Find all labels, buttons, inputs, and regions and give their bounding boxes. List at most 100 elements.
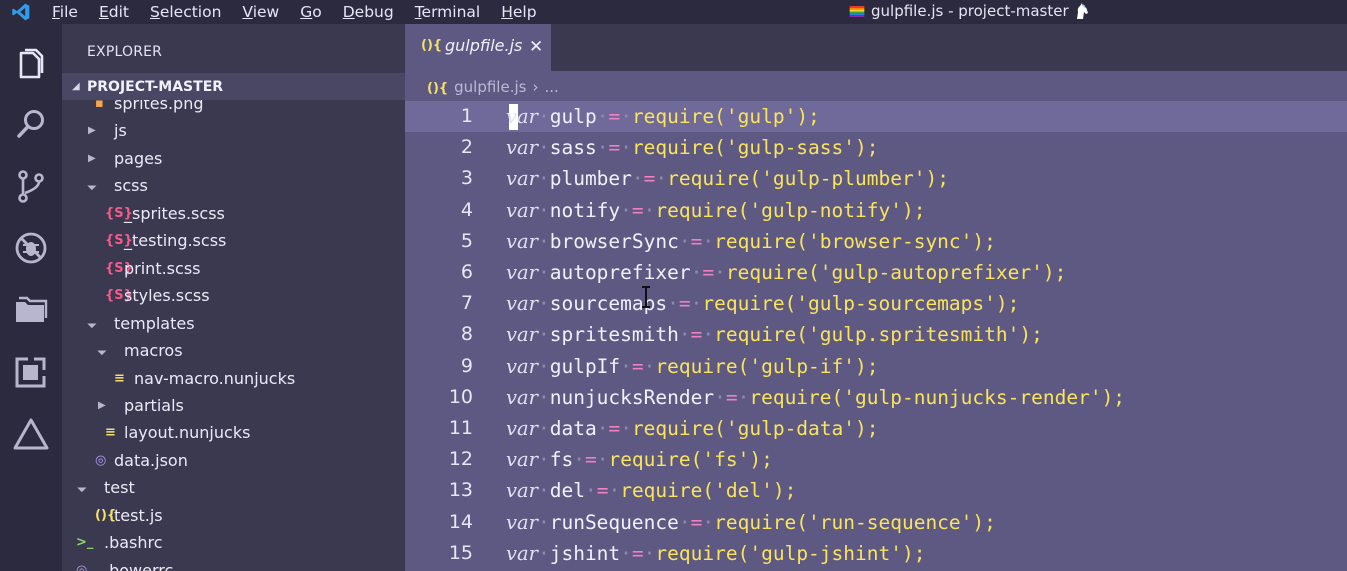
debug-icon[interactable] [11, 228, 51, 268]
string-literal: run-sequence [819, 510, 961, 534]
code-line[interactable]: 2 var·sass·=·require('gulp-sass'); [405, 132, 1347, 163]
punctuation: '); [737, 448, 773, 472]
menu-item-edit[interactable]: Edit [99, 0, 129, 24]
tree-item-label: _sprites.scss [124, 203, 225, 223]
tree-item[interactable]: ◎ .bowerrc [62, 557, 405, 571]
tree-item[interactable]: (){test.js [62, 502, 405, 529]
string-literal: browser-sync [819, 229, 961, 253]
punctuation: '); [1007, 323, 1043, 347]
menu-item-help[interactable]: Help [501, 0, 536, 24]
keyword: var [506, 354, 538, 378]
code-text: var·nunjucksRender·=·require('gulp-nunju… [506, 382, 1125, 413]
vscode-logo-icon[interactable] [10, 2, 32, 22]
tree-item[interactable]: {S} _testing.scss [62, 227, 405, 254]
folders-icon[interactable] [11, 290, 51, 330]
close-icon[interactable]: ✕ [529, 37, 543, 57]
whitespace: · [584, 479, 597, 503]
tree-item[interactable]: ◢ templates [62, 310, 405, 337]
menu-item-go[interactable]: Go [300, 0, 322, 24]
whitespace: · [620, 541, 632, 565]
code-line[interactable]: 4 var·notify·=·require('gulp-notify'); [405, 195, 1347, 226]
operator: = [643, 167, 656, 191]
tree-item[interactable]: {S} _sprites.scss [62, 200, 405, 227]
tree-item[interactable]: >_ .bashrc [62, 529, 405, 556]
tree-item[interactable]: ▪ sprites.png [62, 100, 405, 117]
string-literal: gulp-jshint [761, 541, 891, 565]
menu-label: election [159, 3, 222, 21]
whitespace: · [690, 292, 703, 316]
tree-item[interactable]: ▶ pages [62, 145, 405, 172]
chevron-down-icon: ◢ [72, 81, 80, 92]
shell-file-icon: >_ [76, 535, 94, 551]
tree-item[interactable]: ≡ nav-macro.nunjucks [62, 365, 405, 392]
search-icon[interactable] [11, 104, 51, 144]
operator: = [631, 198, 644, 222]
function-name: require [655, 354, 738, 378]
extensions-icon[interactable] [11, 352, 51, 392]
line-number: 13 [448, 479, 473, 502]
menu-item-selection[interactable]: Selection [150, 0, 221, 24]
code-line[interactable]: 12 var·fs·=·require('fs'); [405, 444, 1347, 475]
menu-item-terminal[interactable]: Terminal [415, 0, 481, 24]
code-text: var·sourcemaps·=·require('gulp-sourcemap… [506, 288, 1019, 319]
code-line[interactable]: 15 var·jshint·=·require('gulp-jshint'); [405, 538, 1347, 569]
keyword: var [506, 510, 538, 534]
breadcrumb[interactable]: (){gulpfile.js ›... [427, 78, 559, 96]
source-control-icon[interactable] [11, 166, 51, 206]
code-text: var·autoprefixer·=·require('gulp-autopre… [506, 257, 1066, 288]
code-line[interactable]: 9 var·gulpIf·=·require('gulp-if'); [405, 351, 1347, 382]
code-line[interactable]: 10 var·nunjucksRender·=·require('gulp-nun… [405, 382, 1347, 413]
rainbow-flag-icon [849, 5, 865, 17]
unicorn-icon [1076, 3, 1088, 19]
identifier: autoprefixer [549, 261, 691, 284]
whitespace: · [678, 323, 691, 347]
breadcrumb-symbols[interactable]: ... [544, 78, 558, 96]
menu-bar: File Edit Selection View Go Debug Terminal Help [52, 0, 558, 24]
line-number: 12 [448, 448, 473, 471]
tree-item[interactable]: {S} styles.scss [62, 282, 405, 309]
function-name: require [631, 105, 715, 128]
code-text: var·del·=·require('del'); [506, 475, 796, 506]
punctuation: '); [784, 105, 820, 128]
code-text: var·gulp·=·require('gulp'); [506, 101, 820, 132]
breadcrumb-file[interactable]: gulpfile.js [454, 78, 526, 96]
whitespace: · [714, 385, 726, 409]
menu-item-view[interactable]: View [242, 0, 279, 24]
whitespace: · [537, 541, 550, 565]
punctuation: '); [761, 479, 797, 503]
project-folder-header[interactable]: ◢ PROJECT-MASTER [62, 73, 405, 100]
tree-item[interactable]: ▶ partials [62, 392, 405, 419]
menu-item-file[interactable]: File [52, 0, 78, 24]
function-name: require [655, 541, 738, 565]
code-line[interactable]: 13 var·del·=·require('del'); [405, 475, 1347, 506]
code-line[interactable]: 3 var·plumber·=·require('gulp-plumber'); [405, 163, 1347, 194]
punctuation: '); [913, 167, 949, 191]
menu-mnemonic: E [98, 3, 109, 21]
operator: = [631, 354, 644, 378]
code-line[interactable]: 6 var·autoprefixer·=·require('gulp-autopr… [405, 257, 1347, 288]
whitespace: · [702, 229, 715, 253]
whitespace: · [537, 198, 550, 222]
tab-gulpfile[interactable]: (){ gulpfile.js ✕ [405, 24, 551, 71]
files-icon[interactable] [11, 44, 51, 84]
tree-item[interactable]: ▶ js [62, 117, 405, 144]
code-line[interactable]: 7 var·sourcemaps·=·require('gulp-sourcema… [405, 288, 1347, 319]
whitespace: · [667, 292, 679, 316]
code-line[interactable]: 8 var·spritesmith·=·require('gulp.sprites… [405, 319, 1347, 350]
code-area[interactable]: 1 var·gulp·=·require('gulp'); 2 var·sass·=·… [405, 101, 1347, 571]
tree-item[interactable]: ◢ scss [62, 172, 405, 199]
tree-item[interactable]: ◢ test [62, 474, 405, 501]
tree-item[interactable]: {S} print.scss [62, 255, 405, 282]
triangle-icon[interactable] [11, 414, 51, 454]
tree-item[interactable]: ◎ data.json [62, 447, 405, 474]
tree-item-label: .bashrc [104, 533, 163, 553]
punctuation: '); [890, 541, 926, 565]
code-line[interactable]: 11 var·data·=·require('gulp-data'); [405, 413, 1347, 444]
menu-label: erminal [421, 3, 481, 21]
menu-item-debug[interactable]: Debug [343, 0, 394, 24]
code-line[interactable]: 5 var·browserSync·=·require('browser-sync… [405, 226, 1347, 257]
code-line[interactable]: 14 var·runSequence·=·require('run-sequenc… [405, 507, 1347, 538]
code-line[interactable]: 1 var·gulp·=·require('gulp'); [405, 101, 1347, 133]
tree-item[interactable]: ◢ macros [62, 337, 405, 364]
tree-item[interactable]: ≡ layout.nunjucks [62, 419, 405, 446]
